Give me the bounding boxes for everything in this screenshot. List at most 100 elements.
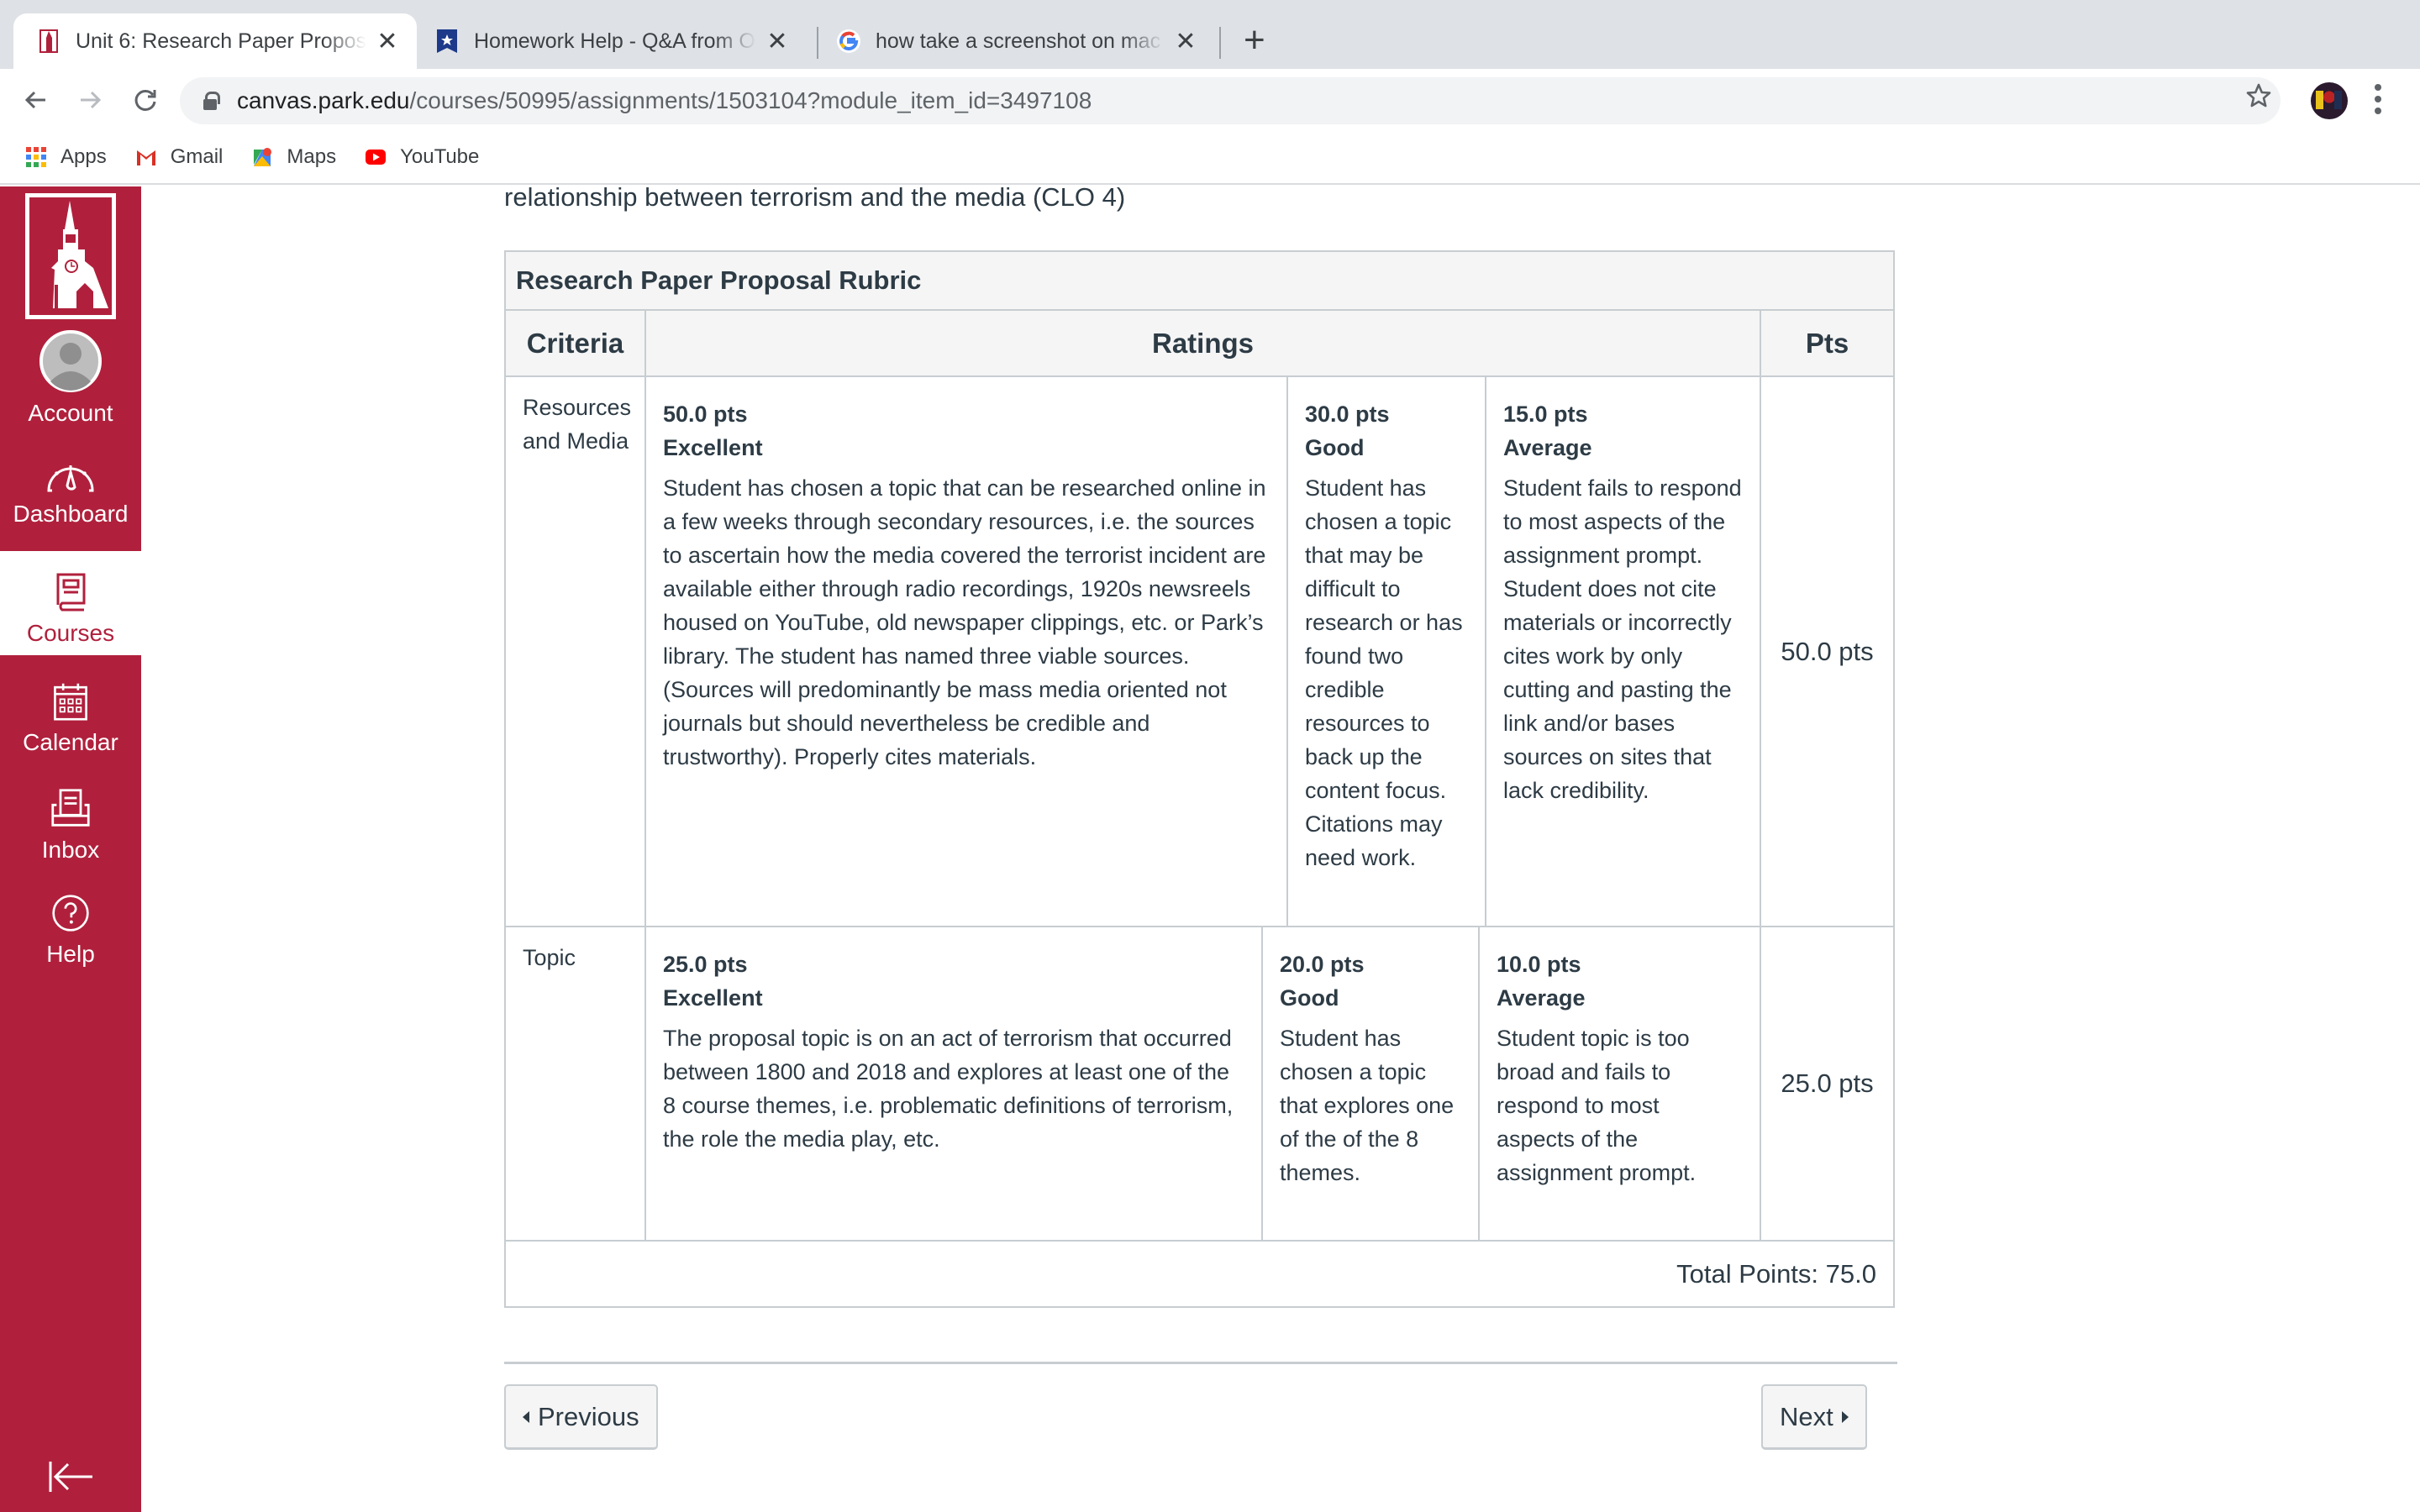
rating-description: Student topic is too broad and fails to …	[1497, 1026, 1697, 1185]
collapse-nav-icon	[49, 1462, 92, 1492]
rating-description: Student has chosen a topic that may be d…	[1305, 475, 1463, 870]
bookmark-maps[interactable]: Maps	[251, 145, 336, 169]
rating-excellent: 25.0 pts Excellent The proposal topic is…	[646, 927, 1263, 1240]
next-button[interactable]: Next	[1761, 1384, 1867, 1450]
nav-calendar[interactable]: Calendar	[0, 664, 141, 756]
global-navigation: Account Dashboard Courses Calendar Inbox…	[0, 186, 141, 1512]
criterion-text: Topic	[523, 945, 576, 970]
main-content: relationship between terrorism and the m…	[141, 186, 2420, 1512]
new-tab-button[interactable]: +	[1244, 22, 1265, 59]
browser-menu-icon[interactable]	[2375, 84, 2383, 119]
rating-average: 10.0 pts Average Student topic is too br…	[1480, 927, 1760, 1240]
account-avatar-icon	[39, 330, 102, 392]
park-university-logo[interactable]	[25, 193, 116, 319]
browser-tab-active[interactable]: Unit 6: Research Paper Proposal ✕	[13, 13, 417, 69]
bookmark-label: Maps	[287, 145, 337, 168]
criterion-points: 25.0 pts	[1781, 1068, 1874, 1098]
rating-good: 30.0 pts Good Student has chosen a topic…	[1288, 377, 1486, 926]
browser-tab[interactable]: how take a screenshot on mac ✕	[820, 13, 1215, 69]
rating-label: Excellent	[663, 985, 763, 1011]
profile-avatar[interactable]	[2311, 82, 2348, 119]
google-g-icon	[837, 29, 860, 53]
nav-label: Calendar	[23, 729, 118, 755]
nav-help[interactable]: Help	[0, 875, 141, 968]
arrow-right-icon	[81, 91, 102, 109]
criterion-text: Resources and Media	[523, 395, 632, 454]
rating-label: Good	[1305, 435, 1365, 460]
rating-label: Excellent	[663, 435, 763, 460]
park-university-tower-icon	[37, 29, 60, 53]
courses-book-icon	[56, 573, 86, 612]
rating-label: Good	[1280, 985, 1339, 1011]
ratings-group: 25.0 pts Excellent The proposal topic is…	[646, 927, 1761, 1240]
nav-account[interactable]: Account	[0, 329, 141, 430]
previous-label: Previous	[538, 1401, 639, 1431]
gmail-icon	[136, 150, 155, 165]
browser-tab[interactable]: Homework Help - Q&A from Online Tutors ✕	[420, 13, 807, 69]
bookmark-gmail[interactable]: Gmail	[135, 145, 224, 169]
close-tab-icon[interactable]: ✕	[765, 27, 790, 56]
maps-icon	[254, 148, 272, 166]
nav-dashboard[interactable]: Dashboard	[0, 460, 141, 553]
caret-left-icon	[523, 1410, 529, 1423]
nav-label: Inbox	[41, 837, 100, 863]
previous-button[interactable]: Previous	[504, 1384, 658, 1450]
bookmark-apps[interactable]: Apps	[25, 145, 107, 169]
back-button[interactable]	[17, 81, 55, 119]
rating-points: 15.0 pts	[1503, 402, 1588, 427]
rubric-row-resources-and-media: Resources and Media 50.0 pts Excellent S…	[506, 377, 1893, 927]
star-shield-icon	[435, 29, 459, 53]
rating-points: 10.0 pts	[1497, 952, 1581, 977]
close-tab-icon[interactable]: ✕	[1173, 27, 1198, 56]
address-bar[interactable]: canvas.park.edu/courses/50995/assignment…	[180, 77, 2281, 124]
module-nav-divider	[504, 1362, 1897, 1364]
bookmarks-bar: Apps Gmail Maps YouTube	[0, 131, 2420, 185]
bookmark-youtube[interactable]: YouTube	[365, 145, 479, 169]
arrow-left-icon	[24, 91, 45, 109]
rating-good: 20.0 pts Good Student has chosen a topic…	[1263, 927, 1480, 1240]
tab-separator	[817, 27, 818, 59]
nav-inbox[interactable]: Inbox	[0, 771, 141, 864]
criterion-name: Resources and Media	[506, 377, 646, 926]
rubric-row-topic: Topic 25.0 pts Excellent The proposal to…	[506, 927, 1893, 1242]
close-tab-icon[interactable]: ✕	[375, 27, 400, 56]
forward-button[interactable]	[71, 81, 109, 119]
dashboard-gauge-icon	[47, 465, 94, 492]
nav-label: Courses	[26, 620, 115, 646]
rating-points: 50.0 pts	[663, 402, 748, 427]
bookmark-label: Apps	[60, 145, 107, 168]
reload-icon	[134, 89, 156, 111]
header-pts: Pts	[1805, 327, 1849, 359]
lock-icon	[203, 92, 220, 110]
header-ratings: Ratings	[646, 311, 1761, 375]
reload-button[interactable]	[126, 81, 165, 119]
inbox-icon	[51, 789, 90, 827]
header-criteria: Criteria	[506, 311, 646, 375]
bookmark-label: Gmail	[170, 145, 224, 168]
bookmark-star-icon[interactable]	[2245, 77, 2272, 117]
rating-description: The proposal topic is on an act of terro…	[663, 1026, 1234, 1152]
rubric-title: Research Paper Proposal Rubric	[506, 252, 1893, 311]
tab-title: Unit 6: Research Paper Proposal	[76, 29, 366, 53]
bookmark-label: YouTube	[400, 145, 480, 168]
collapse-nav-button[interactable]	[45, 1455, 96, 1497]
rating-description: Student has chosen a topic that explores…	[1280, 1026, 1455, 1185]
next-label: Next	[1780, 1401, 1833, 1431]
tab-separator	[1219, 27, 1221, 59]
rating-points: 25.0 pts	[663, 952, 748, 977]
rating-label: Average	[1497, 985, 1586, 1011]
help-icon	[52, 895, 89, 932]
rubric-table: Research Paper Proposal Rubric Criteria …	[504, 250, 1895, 1308]
ratings-group: 50.0 pts Excellent Student has chosen a …	[646, 377, 1761, 926]
rating-points: 20.0 pts	[1280, 952, 1365, 977]
assignment-description-text: relationship between terrorism and the m…	[504, 186, 1126, 212]
rating-label: Average	[1503, 435, 1592, 460]
rubric-header-row: Criteria Ratings Pts	[506, 311, 1893, 377]
browser-tab-strip: Unit 6: Research Paper Proposal ✕ Homewo…	[0, 0, 2420, 69]
criterion-points: 50.0 pts	[1781, 636, 1874, 666]
url-text: canvas.park.edu/courses/50995/assignment…	[237, 87, 1092, 113]
rating-description: Student has chosen a topic that can be r…	[663, 475, 1266, 769]
nav-courses[interactable]: Courses	[0, 551, 141, 655]
youtube-icon	[366, 150, 387, 165]
calendar-icon	[54, 683, 87, 721]
